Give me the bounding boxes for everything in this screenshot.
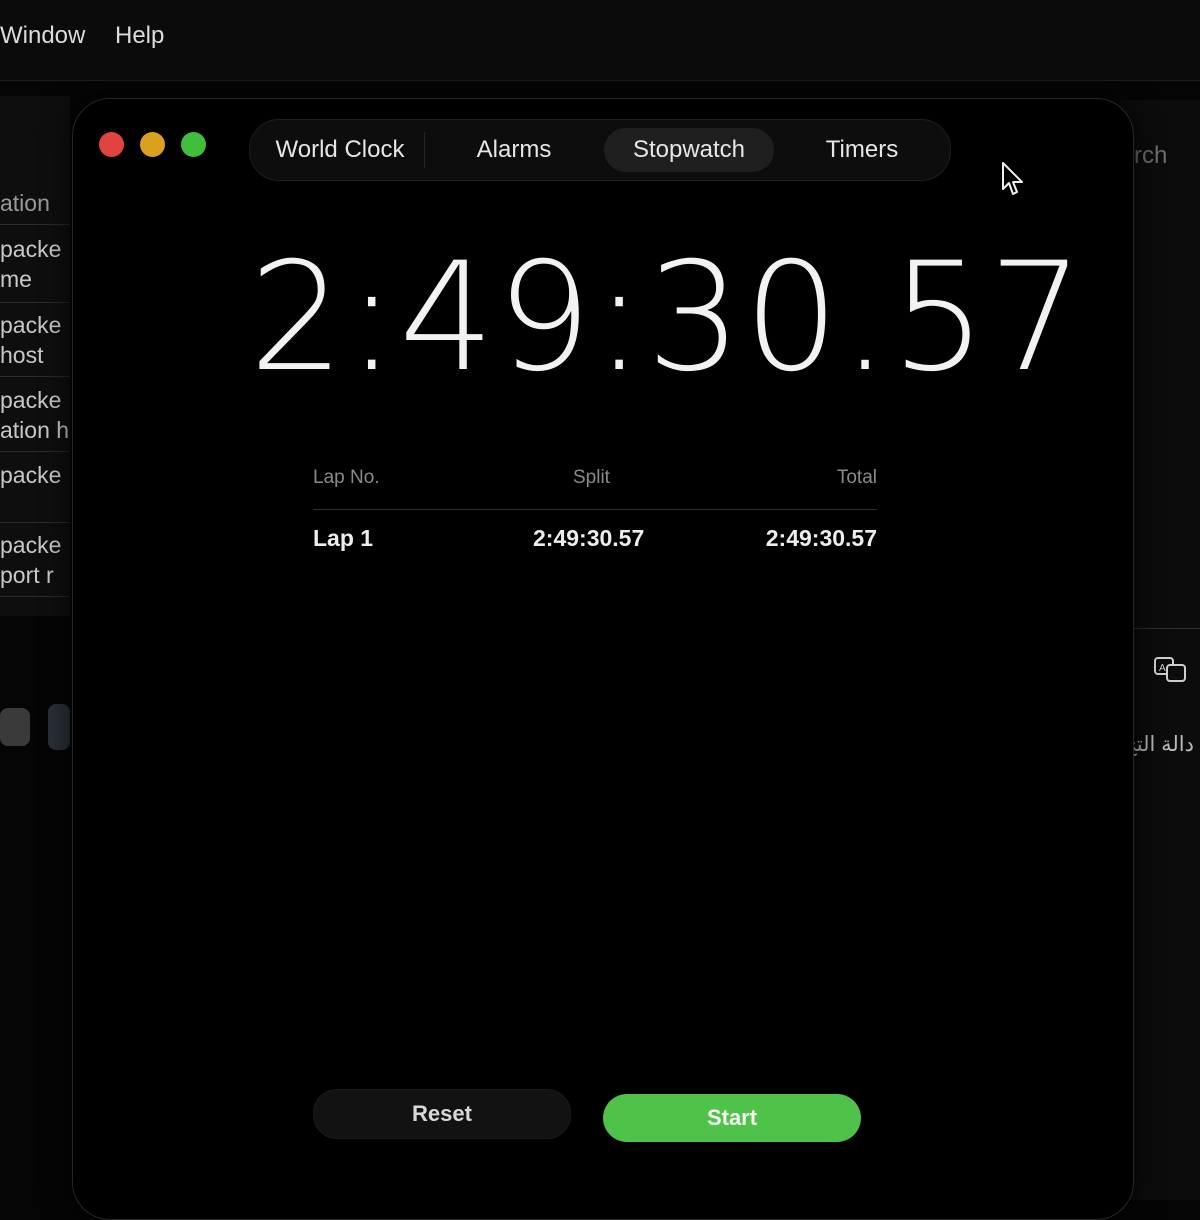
bg-row-divider [0, 596, 70, 597]
tab-timers[interactable]: Timers [782, 128, 942, 172]
bg-list-row-text[interactable]: packe [0, 385, 70, 415]
lap-table-divider [313, 509, 877, 510]
mouse-pointer-icon [1002, 162, 1023, 195]
bg-row-divider [0, 522, 70, 523]
bg-search-field-text[interactable]: rch [1134, 142, 1167, 170]
menu-bar: Window Help [0, 0, 1200, 81]
bg-list-row-text[interactable]: packe [0, 234, 70, 264]
bg-list-row-text[interactable]: ation h [0, 415, 70, 445]
translate-icon[interactable]: A [1154, 656, 1188, 684]
tab-stopwatch[interactable]: Stopwatch [604, 128, 774, 172]
minimize-button[interactable] [140, 132, 165, 157]
bg-row-divider [0, 224, 70, 225]
elapsed-time-display: 2:49:30.57 [249, 231, 1086, 405]
app-icon[interactable] [48, 704, 70, 750]
menu-help[interactable]: Help [115, 22, 164, 50]
tab-divider [424, 132, 425, 168]
start-button[interactable]: Start [603, 1094, 861, 1142]
bg-list-row-text[interactable]: me [0, 264, 70, 294]
lap-total: 2:49:30.57 [765, 525, 877, 551]
reset-button[interactable]: Reset [313, 1089, 571, 1139]
bg-list-row-text[interactable]: port r [0, 560, 70, 590]
tab-alarms[interactable]: Alarms [432, 128, 596, 172]
bg-row-divider [0, 302, 70, 303]
bg-list-row-text[interactable]: host [0, 340, 70, 370]
bg-list-row-text[interactable]: packe [0, 310, 70, 340]
svg-text:A: A [1159, 663, 1166, 674]
background-window-left: ation packe me packe host packe ation h … [0, 96, 70, 616]
tab-world-clock[interactable]: World Clock [258, 128, 422, 172]
menu-window[interactable]: Window [0, 22, 85, 50]
app-icon[interactable] [0, 708, 30, 746]
bg-row-divider [0, 376, 70, 377]
total-header: Total [836, 467, 877, 488]
bg-column-header: ation [0, 190, 50, 216]
lap-number-header: Lap No. [313, 467, 380, 488]
bg-list-row-text[interactable]: packe [0, 460, 70, 490]
lap-name: Lap 1 [313, 525, 374, 551]
bg-row-divider [0, 451, 70, 452]
zoom-button[interactable] [181, 132, 206, 157]
clock-window: World Clock Alarms Stopwatch Timers 2:49… [72, 98, 1134, 1220]
bg-list-row-text[interactable]: packe [0, 530, 70, 560]
tab-bar: World Clock Alarms Stopwatch Timers [249, 119, 951, 181]
close-button[interactable] [99, 132, 124, 157]
lap-split: 2:49:30.57 [533, 525, 645, 551]
split-header: Split [573, 467, 610, 488]
